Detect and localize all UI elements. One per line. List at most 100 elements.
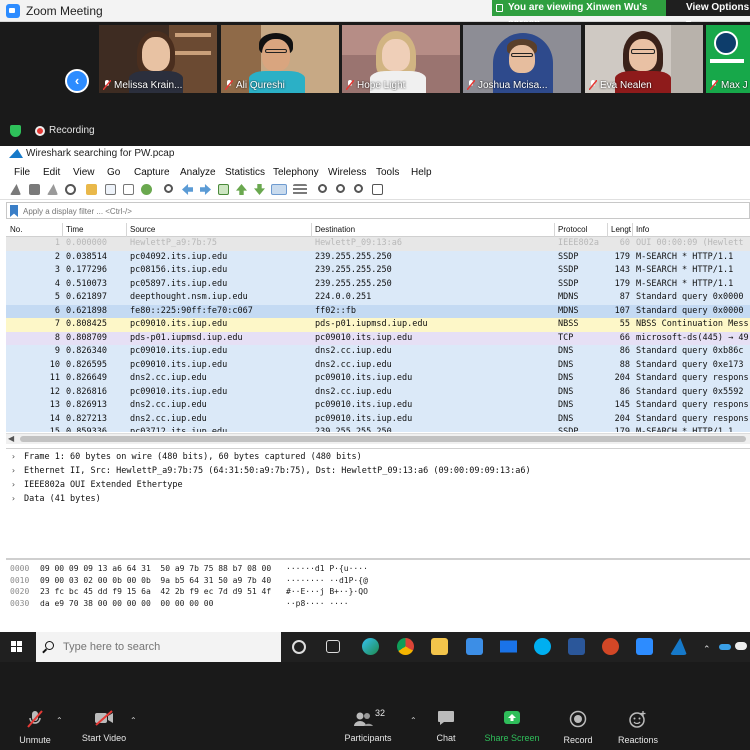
menu-analyze[interactable]: Analyze <box>180 167 216 178</box>
packet-row[interactable]: 6 0.621898 fe80::225:90ff:fe70:c067 ff02::f… <box>6 304 750 318</box>
menu-go[interactable]: Go <box>107 167 120 178</box>
capture-options-icon[interactable] <box>65 184 76 195</box>
mail-icon[interactable] <box>500 640 517 653</box>
menu-telephony[interactable]: Telephony <box>273 167 319 178</box>
file-explorer-icon[interactable] <box>431 638 448 655</box>
packet-list-hscrollbar[interactable]: ◀ <box>6 433 750 444</box>
last-packet-icon[interactable] <box>254 184 265 195</box>
cloud-icon[interactable] <box>735 642 747 650</box>
onedrive-icon[interactable] <box>719 644 731 650</box>
menu-capture[interactable]: Capture <box>134 167 170 178</box>
task-view-icon[interactable] <box>292 640 306 654</box>
menu-file[interactable]: File <box>14 167 30 178</box>
timeline-icon[interactable] <box>326 640 340 653</box>
expand-chevron-icon[interactable]: › <box>11 452 16 461</box>
menu-view[interactable]: View <box>73 167 95 178</box>
stop-capture-icon[interactable] <box>29 184 40 195</box>
start-capture-icon[interactable] <box>10 184 21 195</box>
packet-row[interactable]: 3 0.177296 pc08156.its.iup.edu 239.255.255.… <box>6 264 750 278</box>
reactions-button[interactable]: Reactions <box>616 710 660 745</box>
taskbar-search-input[interactable] <box>63 640 273 654</box>
colorize-icon[interactable] <box>293 184 307 195</box>
wireshark-app-icon[interactable] <box>670 638 687 655</box>
packet-row[interactable]: 1 0.000000 HewlettP_a9:7b:75 HewlettP_09:13… <box>6 237 750 251</box>
column-header-info[interactable]: Info <box>636 225 649 234</box>
video-options-caret-icon[interactable]: ⌃ <box>130 716 137 725</box>
menu-statistics[interactable]: Statistics <box>225 167 265 178</box>
byte-row[interactable]: 0000 09 00 09 09 13 a6 64 31 50 a9 7b 75 … <box>6 564 750 576</box>
bookmark-icon[interactable] <box>10 205 18 217</box>
go-to-packet-icon[interactable] <box>218 184 229 195</box>
column-header-length[interactable]: Lengt <box>611 225 631 234</box>
menu-tools[interactable]: Tools <box>376 167 399 178</box>
edge-icon[interactable] <box>362 638 379 655</box>
menu-edit[interactable]: Edit <box>43 167 60 178</box>
packet-row[interactable]: 5 0.621897 deepthought.nsm.iup.edu 224.0.0.… <box>6 291 750 305</box>
windows-start-icon[interactable] <box>11 641 23 653</box>
participant-tile[interactable]: Hope Light <box>342 25 460 93</box>
scroll-left-icon[interactable]: ◀ <box>8 434 14 443</box>
packet-row[interactable]: 15 0.859336 pc03712.its.iup.edu 239.255.255… <box>6 426 750 432</box>
close-file-icon[interactable] <box>123 184 134 195</box>
column-header-destination[interactable]: Destination <box>315 225 355 234</box>
participant-tile[interactable]: Joshua Mcisa... <box>463 25 581 93</box>
detail-tree-item[interactable]: › IEEE802a OUI Extended Ethertype <box>6 480 750 493</box>
go-back-icon[interactable] <box>182 184 193 195</box>
chat-button[interactable]: Chat <box>430 710 462 743</box>
menu-help[interactable]: Help <box>411 167 432 178</box>
column-header-protocol[interactable]: Protocol <box>558 225 587 234</box>
store-icon[interactable] <box>466 638 483 655</box>
packet-row[interactable]: 13 0.826913 dns2.cc.iup.edu pc09010.its.iup… <box>6 399 750 413</box>
packet-row[interactable]: 4 0.510073 pc05897.its.iup.edu 239.255.255.… <box>6 277 750 291</box>
autoscroll-icon[interactable] <box>271 184 287 195</box>
participant-tile[interactable]: Eva Nealen <box>585 25 703 93</box>
audio-options-caret-icon[interactable]: ⌃ <box>56 716 63 725</box>
zoom-out-icon[interactable] <box>336 184 345 193</box>
resize-columns-icon[interactable] <box>372 184 383 195</box>
expand-chevron-icon[interactable]: › <box>11 480 16 489</box>
column-header-source[interactable]: Source <box>130 225 155 234</box>
participant-tile[interactable]: Ali Qureshi <box>221 25 339 93</box>
column-header-no[interactable]: No. <box>10 225 22 234</box>
expand-chevron-icon[interactable]: › <box>11 466 16 475</box>
save-file-icon[interactable] <box>105 184 116 195</box>
packet-row[interactable]: 12 0.826816 pc09010.its.iup.edu dns2.cc.iup… <box>6 385 750 399</box>
start-video-button[interactable]: Start Video <box>80 710 128 743</box>
normal-size-icon[interactable] <box>354 184 363 193</box>
packet-row[interactable]: 7 0.808425 pc09010.its.iup.edu pds-p01.iupm… <box>6 318 750 332</box>
detail-tree-item[interactable]: › Frame 1: 60 bytes on wire (480 bits), 6… <box>6 452 750 465</box>
byte-row[interactable]: 0030 da e9 70 38 00 00 00 00 00 00 00 00 ·… <box>6 599 750 611</box>
scrollbar-thumb[interactable] <box>20 436 746 442</box>
share-screen-button[interactable]: Share Screen <box>484 710 540 743</box>
go-forward-icon[interactable] <box>200 184 211 195</box>
display-filter-input[interactable] <box>23 204 723 218</box>
zoom-app-icon[interactable] <box>636 638 653 655</box>
packet-row[interactable]: 8 0.808709 pds-p01.iupmsd.iup.edu pc09010.i… <box>6 331 750 345</box>
record-button[interactable]: Record <box>560 710 596 745</box>
previous-page-button[interactable]: ‹ <box>65 69 89 93</box>
participants-button[interactable]: 32 Participants <box>342 708 394 743</box>
packet-row[interactable]: 9 0.826340 pc09010.its.iup.edu dns2.cc.iup.… <box>6 345 750 359</box>
column-header-time[interactable]: Time <box>66 225 83 234</box>
zoom-in-icon[interactable] <box>318 184 327 193</box>
powerpoint-icon[interactable] <box>602 638 619 655</box>
unmute-button[interactable]: Unmute <box>16 710 54 745</box>
detail-tree-item[interactable]: › Ethernet II, Src: HewlettP_a9:7b:75 (64… <box>6 466 750 479</box>
expand-chevron-icon[interactable]: › <box>11 494 16 503</box>
detail-tree-item[interactable]: › Data (41 bytes) <box>6 494 750 507</box>
packet-row[interactable]: 14 0.827213 dns2.cc.iup.edu pc09010.its.iup… <box>6 412 750 426</box>
tray-chevron-icon[interactable]: ⌃ <box>703 644 711 655</box>
byte-row[interactable]: 0010 09 00 03 02 00 0b 00 0b 9a b5 64 31 … <box>6 576 750 588</box>
chrome-icon[interactable] <box>397 638 414 655</box>
open-file-icon[interactable] <box>86 184 97 195</box>
packet-row[interactable]: 11 0.826649 dns2.cc.iup.edu pc09010.its.iup… <box>6 372 750 386</box>
word-icon[interactable] <box>568 638 585 655</box>
participant-tile[interactable]: Melissa Krain... <box>99 25 217 93</box>
restart-capture-icon[interactable] <box>47 184 58 195</box>
participants-caret-icon[interactable]: ⌃ <box>410 716 417 725</box>
byte-row[interactable]: 0020 23 fc bc 45 dd f9 15 6a 42 2b f9 ec … <box>6 587 750 599</box>
security-shield-icon[interactable] <box>10 125 21 137</box>
packet-row[interactable]: 10 0.826595 pc09010.its.iup.edu dns2.cc.iup… <box>6 358 750 372</box>
find-packet-icon[interactable] <box>164 184 173 193</box>
reload-file-icon[interactable] <box>141 184 152 195</box>
